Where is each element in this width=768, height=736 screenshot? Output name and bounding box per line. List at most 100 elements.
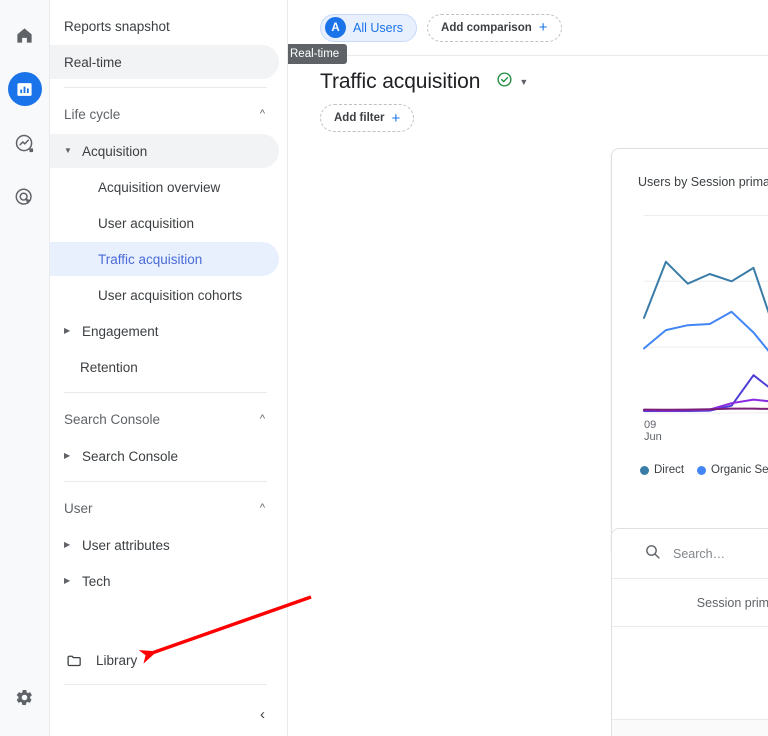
gear-icon[interactable] <box>8 680 42 714</box>
sidebar-item-reports-snapshot[interactable]: Reports snapshot <box>50 9 279 43</box>
plus-icon: + <box>391 109 401 127</box>
chevron-right-icon: ▶ <box>64 540 71 549</box>
sidebar-item-user-attributes[interactable]: ▶ User attributes <box>50 528 279 562</box>
sidebar-item-label: User acquisition <box>98 215 195 231</box>
sidebar-item-retention[interactable]: Retention <box>50 350 279 384</box>
icon-rail <box>0 0 50 736</box>
sidebar-divider-2 <box>64 392 267 393</box>
series-line <box>643 260 768 319</box>
page-title: Traffic acquisition <box>320 70 481 93</box>
legend-color-dot <box>697 465 707 475</box>
legend-item[interactable]: Organic Search <box>697 464 768 476</box>
sidebar-item-traffic-acquisition[interactable]: Traffic acquisition <box>50 242 279 276</box>
sidebar-item-label: User acquisition cohorts <box>98 287 243 303</box>
chart-legend: DirectOrganic SearchOrganic SocialEmailR… <box>612 464 768 476</box>
sidebar-item-label: Library <box>96 652 138 668</box>
avatar: A <box>325 17 346 38</box>
dimension-header-cell: Session primary…channel group) ▼ + <box>612 595 768 610</box>
sidebar-item-acquisition-overview[interactable]: Acquisition overview <box>50 170 279 204</box>
chevron-down-icon: ▼ <box>519 77 529 87</box>
sidebar-item-engagement[interactable]: ▶ Engagement <box>50 314 279 348</box>
sidebar-item-realtime[interactable]: Real-time <box>50 45 279 79</box>
table-totals-row: 15,198 100% of total <box>612 627 768 719</box>
sidebar-item-label: Retention <box>80 359 138 375</box>
collapse-sidebar-button[interactable]: ‹ <box>50 692 287 736</box>
folder-icon <box>66 652 83 669</box>
home-icon[interactable] <box>8 18 42 52</box>
explore-icon[interactable] <box>8 126 42 160</box>
advertising-icon[interactable] <box>8 180 42 214</box>
add-comparison-button[interactable]: Add comparison + <box>427 13 562 42</box>
sidebar-item-label: Reports snapshot <box>64 18 170 34</box>
totals-dimension-cell <box>612 627 768 719</box>
plus-icon: + <box>538 19 548 36</box>
sidebar-divider-4 <box>64 684 267 685</box>
chevron-left-icon: ‹ <box>260 705 265 723</box>
main-content: A All Users Add comparison + Real-time T… <box>288 0 768 736</box>
chart-title: Users by Session primary channel group (… <box>638 175 768 189</box>
series-line <box>643 374 768 412</box>
chart-card: Users by Session primary channel group (… <box>611 148 768 558</box>
series-line <box>643 310 768 352</box>
add-filter-button[interactable]: Add filter + <box>320 104 415 132</box>
sidebar-item-library[interactable]: Library <box>50 643 287 677</box>
legend-label: Direct <box>654 464 685 476</box>
sidebar-divider-3 <box>64 481 267 482</box>
sidebar-divider-1 <box>64 87 267 88</box>
reports-icon[interactable] <box>7 72 42 106</box>
sidebar-item-tech[interactable]: ▶ Tech <box>50 564 279 598</box>
line-chart[interactable]: 09Jun1623 <box>612 201 768 451</box>
data-table-card: Session primary…channel group) ▼ + ↓ Use… <box>611 528 768 736</box>
check-circle-icon <box>496 71 513 93</box>
search-icon <box>644 543 661 565</box>
dimension-header-label: Session primary…channel group) <box>696 595 768 610</box>
x-axis-tick-label: 09 <box>644 419 656 431</box>
legend-item[interactable]: Direct <box>640 464 684 476</box>
sidebar-group-life-cycle[interactable]: Life cycle ^ <box>50 97 279 131</box>
comparison-toolbar: A All Users Add comparison + <box>288 0 768 56</box>
legend-color-dot <box>640 465 649 475</box>
sidebar-item-label: Engagement <box>82 323 159 339</box>
sidebar-item-label: Tech <box>82 573 111 589</box>
add-filter-label: Add filter <box>334 112 385 124</box>
all-users-chip[interactable]: A All Users <box>320 13 418 42</box>
series-line <box>643 407 768 411</box>
sidebar-item-label: Acquisition <box>82 143 148 159</box>
sidebar-item-user-acquisition-cohorts[interactable]: User acquisition cohorts <box>50 278 279 312</box>
chevron-up-icon: ^ <box>259 108 265 120</box>
page-title-row: Traffic acquisition ▼ <box>288 56 768 96</box>
chevron-up-icon: ^ <box>259 502 265 514</box>
all-users-label: All Users <box>353 20 404 35</box>
filter-row: Add filter + <box>288 96 768 132</box>
chevron-right-icon: ▶ <box>64 451 71 460</box>
sidebar-item-label: Search Console <box>82 448 179 464</box>
table-search-row <box>612 529 768 579</box>
report-status-control[interactable]: ▼ <box>488 68 536 96</box>
search-input[interactable] <box>673 546 768 561</box>
sidebar-group-label: Search Console <box>64 411 161 427</box>
chevron-down-icon: ▼ <box>64 146 72 155</box>
legend-label: Organic Search <box>711 464 768 476</box>
sidebar-group-search-console[interactable]: Search Console ^ <box>50 402 279 436</box>
sidebar-item-label: User attributes <box>82 537 170 553</box>
add-comparison-label: Add comparison <box>441 21 532 34</box>
realtime-tooltip: Real-time <box>288 44 348 64</box>
sidebar-item-label: Traffic acquisition <box>98 251 203 267</box>
sidebar-item-user-acquisition[interactable]: User acquisition <box>50 206 279 240</box>
sidebar-group-label: User <box>64 500 93 516</box>
chevron-right-icon: ▶ <box>64 326 71 335</box>
chevron-right-icon: ▶ <box>64 576 71 585</box>
chevron-up-icon: ^ <box>259 413 265 425</box>
sidebar-item-label: Acquisition overview <box>98 179 221 195</box>
sidebar-group-user[interactable]: User ^ <box>50 491 279 525</box>
sidebar-item-label: Real-time <box>64 54 122 70</box>
table-row[interactable] <box>612 720 768 736</box>
chart-area: 09Jun1623 <box>612 201 768 456</box>
sidebar-item-search-console[interactable]: ▶ Search Console <box>50 439 279 473</box>
sidebar-group-label: Life cycle <box>64 106 121 122</box>
x-axis-tick-label: Jun <box>644 431 662 443</box>
sidebar-item-acquisition[interactable]: ▼ Acquisition <box>50 134 279 168</box>
sidebar-nav: Reports snapshot Real-time Life cycle ^ … <box>50 0 288 736</box>
table-header-row: Session primary…channel group) ▼ + ↓ Use… <box>612 579 768 627</box>
